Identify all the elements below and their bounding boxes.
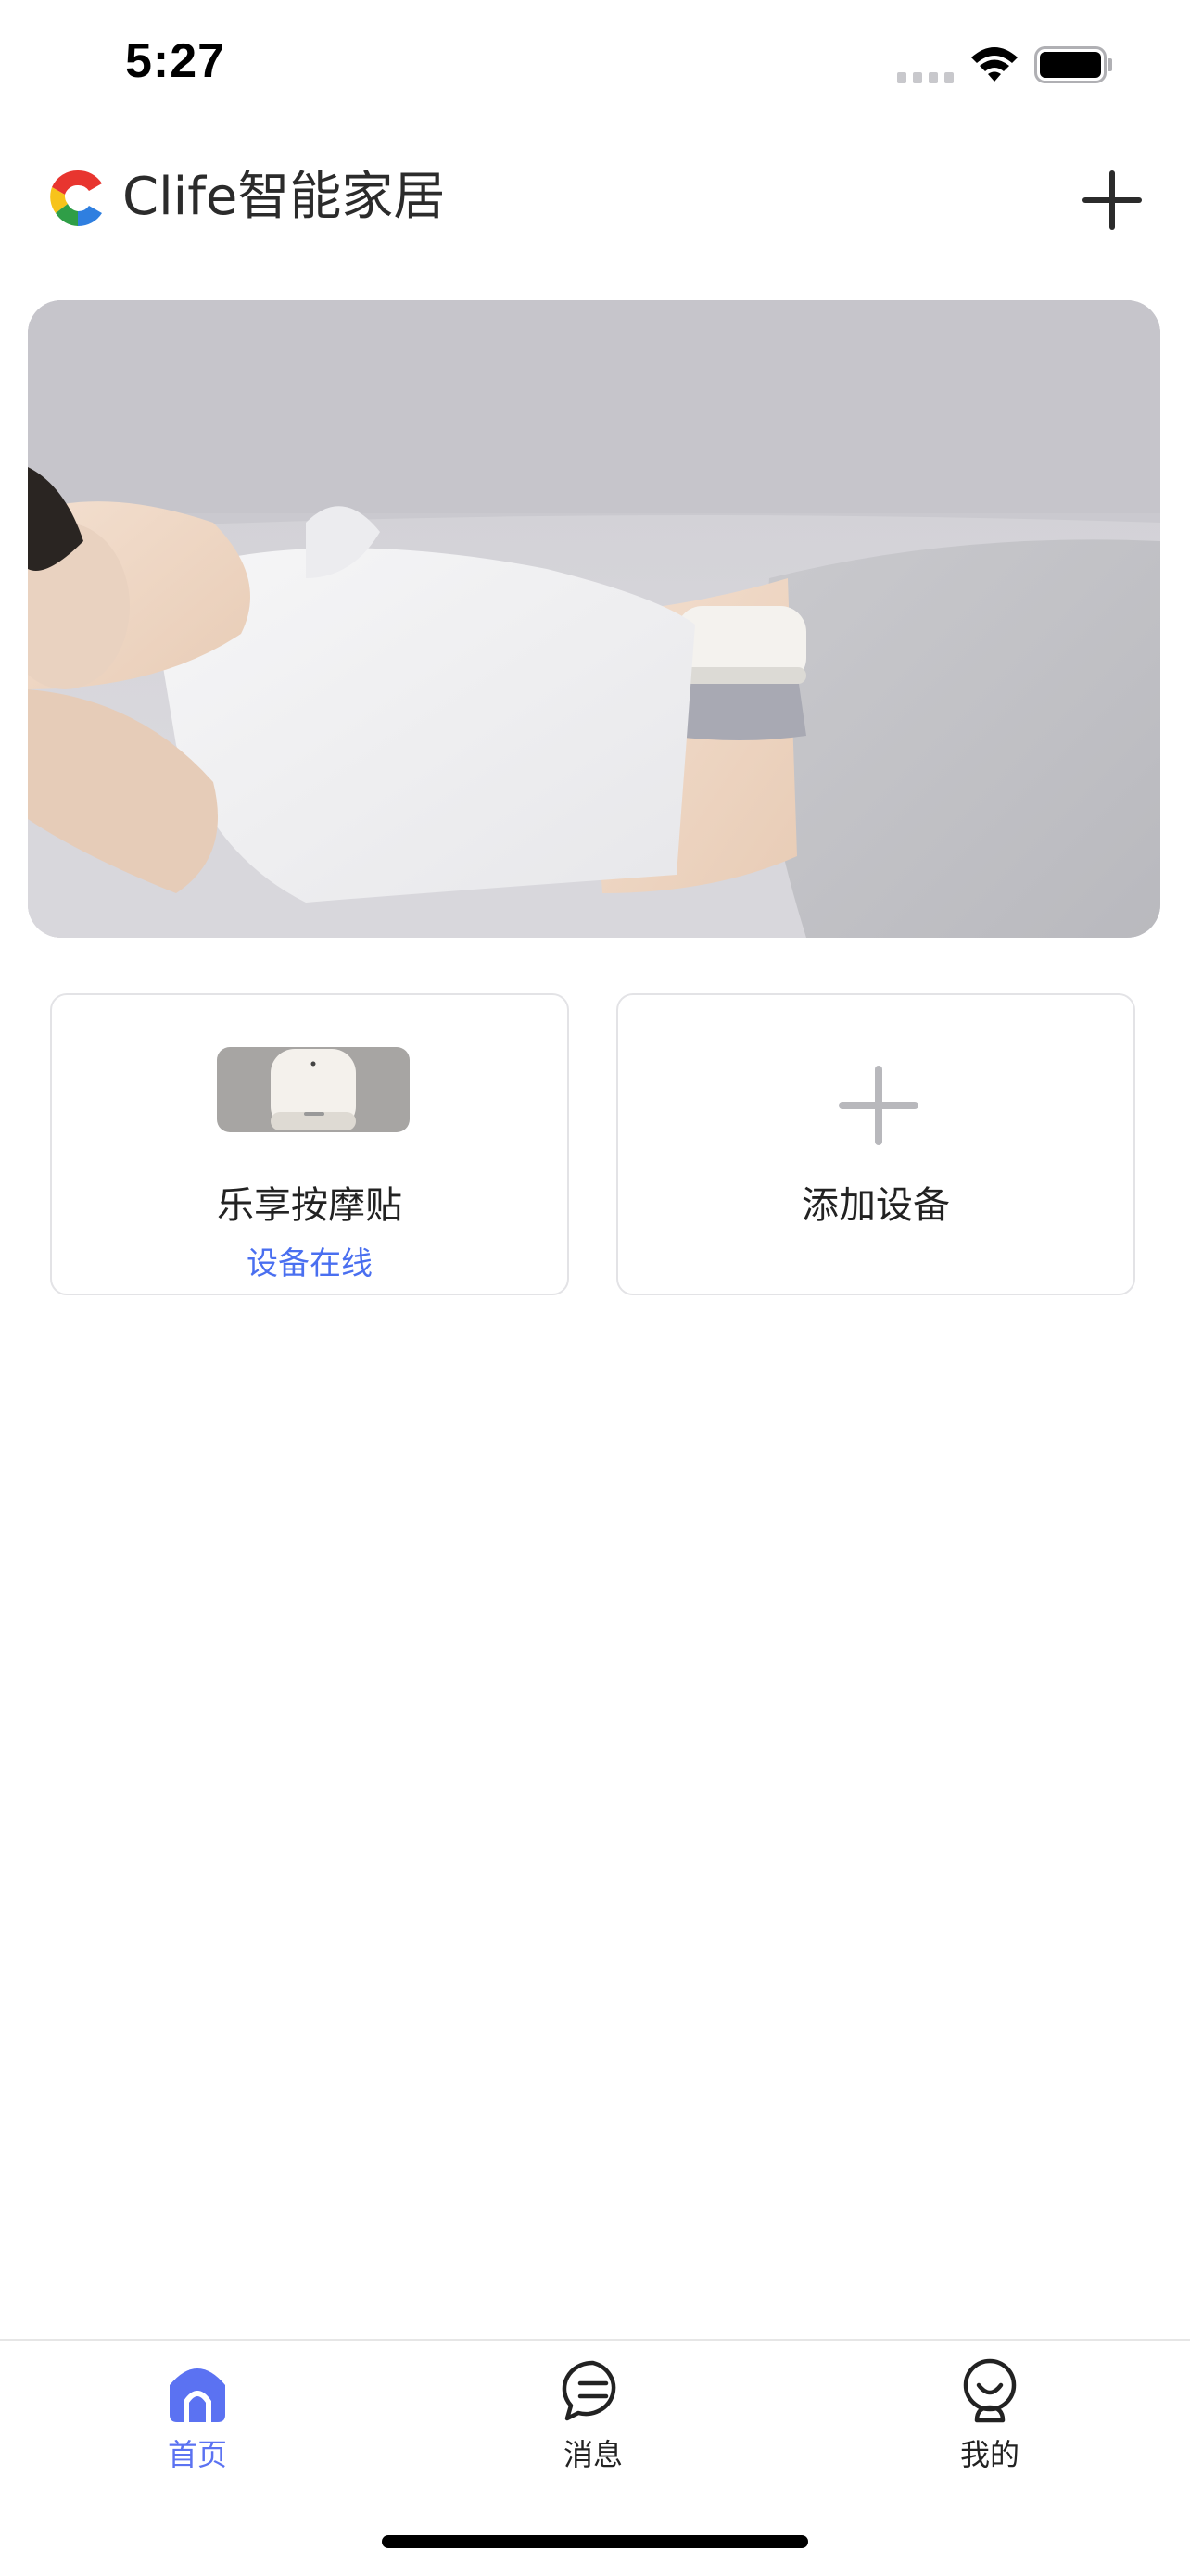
home-icon: [170, 2368, 225, 2424]
tab-messages[interactable]: 消息: [519, 2357, 667, 2478]
device-status: 设备在线: [247, 1245, 373, 1282]
app-header: Clife智能家居: [0, 148, 1190, 250]
home-indicator[interactable]: [382, 2535, 808, 2548]
add-device-plus-button[interactable]: [1075, 163, 1149, 237]
profile-icon: [963, 2358, 1017, 2423]
battery-icon: [1034, 46, 1112, 83]
device-card-massage-patch[interactable]: 乐享按摩贴 设备在线: [50, 993, 569, 1295]
wifi-icon: [971, 47, 1018, 82]
tab-profile[interactable]: 我的: [916, 2357, 1064, 2478]
banner-image: [28, 300, 1160, 938]
add-device-card[interactable]: 添加设备: [616, 993, 1135, 1295]
clife-logo-icon: [50, 170, 102, 227]
status-time: 5:27: [125, 34, 226, 88]
device-name: 乐享按摩贴: [217, 1184, 402, 1227]
tab-label-home: 首页: [167, 2437, 227, 2472]
tab-label-messages: 消息: [563, 2437, 623, 2472]
massage-patch-device-icon: [217, 1047, 410, 1132]
plus-icon: [839, 1066, 918, 1145]
tab-label-profile: 我的: [959, 2437, 1019, 2472]
add-device-label: 添加设备: [802, 1184, 950, 1227]
message-icon: [562, 2360, 616, 2421]
promo-banner[interactable]: [28, 300, 1160, 938]
status-bar: 5:27: [0, 0, 1190, 130]
app-title: Clife智能家居: [122, 167, 446, 227]
cellular-signal-icon: [897, 72, 954, 83]
tab-home[interactable]: 首页: [123, 2357, 272, 2478]
